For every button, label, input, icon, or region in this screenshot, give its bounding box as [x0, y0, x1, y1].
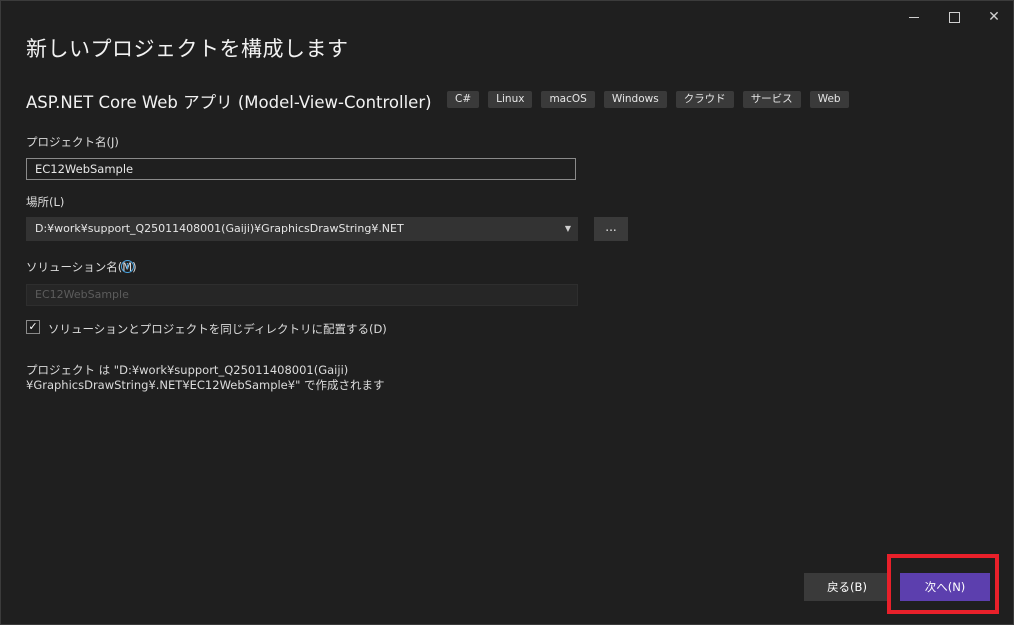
- project-name-label: プロジェクト名(J): [26, 135, 119, 149]
- browse-button[interactable]: ...: [594, 217, 628, 241]
- template-name: ASP.NET Core Web アプリ (Model-View-Control…: [26, 93, 432, 112]
- location-label: 場所(L): [26, 195, 65, 209]
- configure-project-dialog: ✕ 新しいプロジェクトを構成します ASP.NET Core Web アプリ (…: [0, 0, 1014, 625]
- page-title: 新しいプロジェクトを構成します: [26, 37, 349, 61]
- chevron-down-icon[interactable]: ▼: [565, 218, 571, 240]
- solution-name-input: EC12WebSample: [26, 284, 578, 306]
- tag-cloud: クラウド: [675, 91, 734, 108]
- project-name-input[interactable]: EC12WebSample: [26, 158, 576, 180]
- maximize-icon: [948, 11, 960, 23]
- template-tags: C# Linux macOS Windows クラウド サービス Web: [447, 91, 849, 108]
- tag-macos: macOS: [541, 91, 595, 108]
- tag-windows: Windows: [603, 91, 667, 108]
- close-button[interactable]: ✕: [979, 7, 1009, 27]
- project-path-summary: プロジェクト は "D:¥work¥support_Q25011408001(G…: [26, 363, 385, 392]
- back-button[interactable]: 戻る(B): [804, 573, 890, 601]
- tag-web: Web: [809, 91, 849, 108]
- same-directory-checkbox[interactable]: ✓: [26, 320, 40, 334]
- info-icon[interactable]: i: [121, 260, 134, 273]
- location-value: D:¥work¥support_Q25011408001(Gaiji)¥Grap…: [35, 222, 404, 235]
- same-directory-label[interactable]: ソリューションとプロジェクトを同じディレクトリに配置する(D): [48, 321, 387, 337]
- tag-service: サービス: [742, 91, 801, 108]
- close-icon: ✕: [988, 9, 1000, 25]
- next-button[interactable]: 次へ(N): [900, 573, 990, 601]
- minimize-button[interactable]: [899, 7, 929, 27]
- location-combobox[interactable]: D:¥work¥support_Q25011408001(Gaiji)¥Grap…: [26, 217, 578, 241]
- tag-linux: Linux: [488, 91, 533, 108]
- minimize-icon: [909, 16, 919, 18]
- tag-csharp: C#: [447, 91, 480, 108]
- maximize-button[interactable]: [939, 7, 969, 27]
